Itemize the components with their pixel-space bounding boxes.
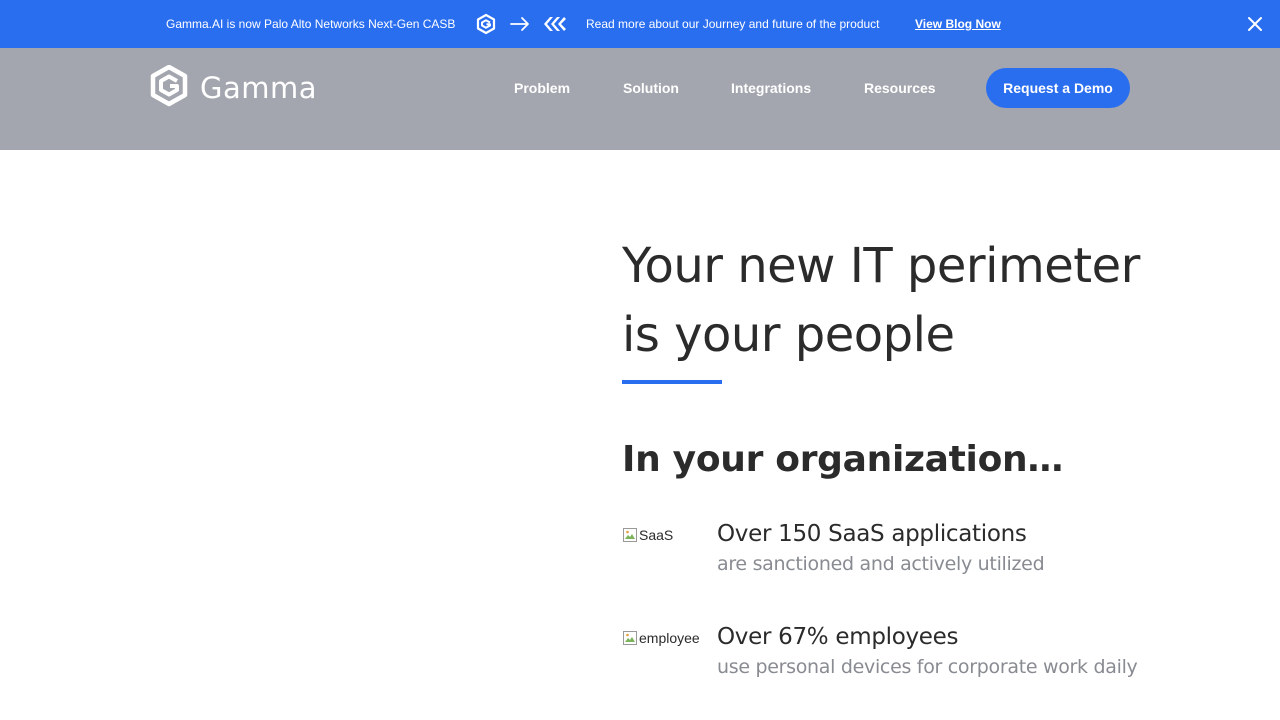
employee-image: employee [622,630,700,646]
nav-item-problem[interactable]: Problem [514,80,570,96]
gamma-logo[interactable]: Gamma [150,64,318,108]
organization-heading: In your organization… [622,439,1064,480]
announcement-banner: Gamma.AI is now Palo Alto Networks Next-… [0,0,1280,48]
banner-text: Gamma.AI is now Palo Alto Networks Next-… [166,17,456,31]
close-icon[interactable] [1245,14,1265,34]
gamma-hexagon-icon [150,64,188,112]
employee-image-alt: employee [639,630,700,646]
saas-image: SaaS [622,527,673,543]
stat-main-text: Over 67% employees [717,624,959,650]
logo-wordmark: Gamma [200,71,318,105]
nav-item-integrations[interactable]: Integrations [731,80,811,96]
site-header: Gamma Problem Solution Integrations Reso… [0,48,1280,150]
broken-image-icon [622,527,638,543]
view-blog-link[interactable]: View Blog Now [915,16,1001,32]
hero-title-line-1: Your new IT perimeter [622,238,1140,294]
banner-icons [475,13,567,35]
request-demo-button[interactable]: Request a Demo [986,68,1130,108]
palo-alto-logo-icon [543,13,567,35]
nav-item-resources[interactable]: Resources [864,80,936,96]
stat-sub-text: use personal devices for corporate work … [717,656,1138,678]
title-underline [622,380,722,384]
saas-image-alt: SaaS [639,527,674,543]
gamma-logo-icon [475,13,497,35]
broken-image-icon [622,630,638,646]
stat-sub-text: are sanctioned and actively utilized [717,553,1045,575]
arrow-right-icon [509,13,531,35]
banner-journey-text: Read more about our Journey and future o… [586,17,880,31]
hero-title-line-2: is your people [622,307,955,363]
stat-main-text: Over 150 SaaS applications [717,521,1027,547]
nav-item-solution[interactable]: Solution [623,80,679,96]
hero-title: Your new IT perimeter is your people [622,232,1182,370]
